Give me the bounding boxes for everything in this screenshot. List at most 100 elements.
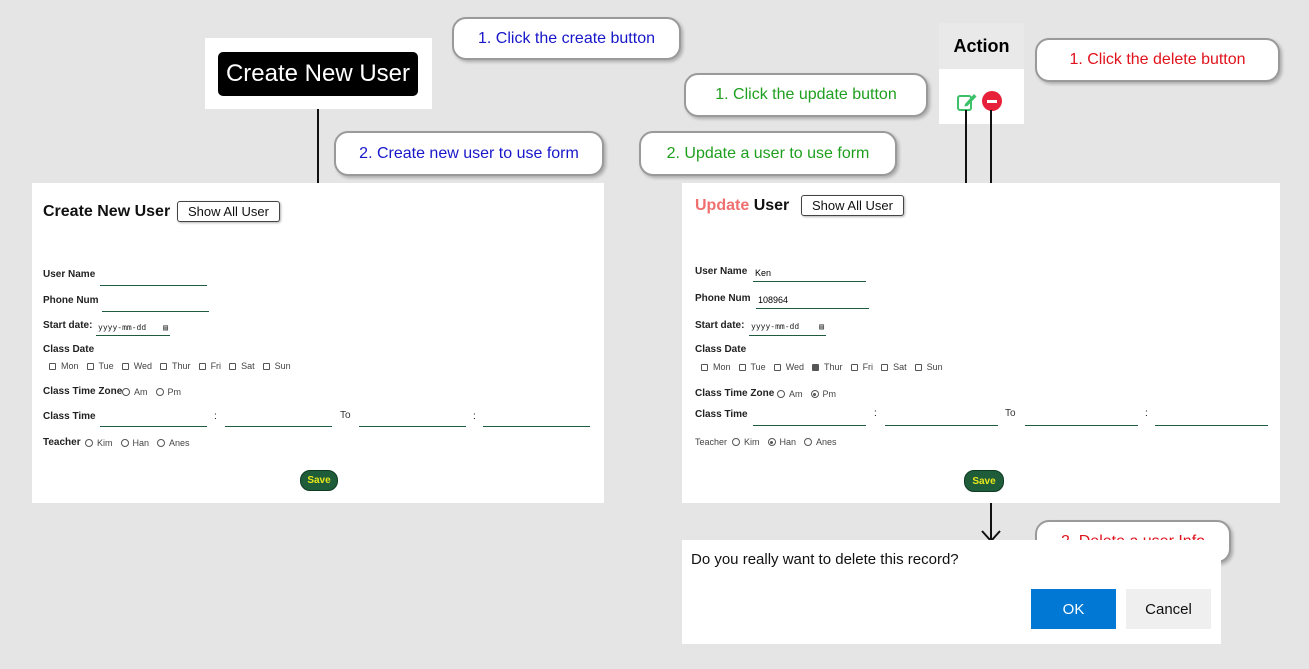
day-label: Tue [98,361,114,371]
user-name-label: User Name [43,269,96,280]
teacher-option[interactable]: Anes [157,438,190,448]
ok-button[interactable]: OK [1031,589,1116,629]
calendar-icon[interactable]: ▤ [163,323,168,332]
teacher-option[interactable]: Kim [85,438,113,448]
day-label: Tue [750,362,766,372]
time-zone-option-label: Am [789,389,803,399]
start-minute-input[interactable] [885,408,998,426]
time-zone-radio[interactable] [777,390,785,398]
user-name-input[interactable] [753,264,866,282]
show-all-user-button[interactable]: Show All User [801,195,904,216]
teacher-radio[interactable] [767,438,776,446]
delete-icon[interactable] [982,91,1002,111]
teacher-radio[interactable] [120,439,129,447]
day-option[interactable]: Wed [121,361,152,371]
phone-input[interactable] [756,291,869,309]
save-button[interactable]: Save [300,470,338,491]
day-option[interactable]: Fri [850,362,874,372]
create-new-user-button[interactable]: Create New User [218,52,418,96]
teacher-option[interactable]: Han [120,438,150,448]
day-option[interactable]: Thur [812,362,843,372]
edit-icon[interactable] [956,91,978,113]
teacher-option[interactable]: Anes [804,437,837,447]
callout-update-form: 2. Update a user to use form [639,131,897,176]
update-title-word: Update [695,197,750,214]
time-colon: : [1145,408,1148,419]
phone-input[interactable] [102,296,209,312]
start-minute-input[interactable] [225,411,332,427]
teacher-option-label: Kim [744,437,760,447]
time-colon: : [473,411,476,422]
time-zone-option-label: Pm [167,387,182,397]
teacher-radio[interactable] [732,438,741,446]
day-label: Wed [785,362,805,372]
day-option[interactable]: Tue [86,361,114,371]
day-checkbox[interactable] [881,363,889,371]
teacher-radio[interactable] [85,439,93,447]
start-hour-input[interactable] [753,408,866,426]
teacher-radio[interactable] [157,439,166,447]
day-checkbox[interactable] [738,363,746,371]
day-checkbox[interactable] [701,363,708,371]
start-date-input[interactable]: yyyy-mm-dd ▤ [749,318,826,336]
teacher-radio[interactable] [804,438,813,446]
time-zone-option[interactable]: Am [777,389,803,399]
teacher-option-label: Anes [169,438,190,448]
time-zone-radio[interactable] [810,390,819,398]
user-name-input[interactable] [100,270,207,286]
day-checkbox[interactable] [773,363,781,371]
teacher-option-label: Kim [97,438,113,448]
teacher-option[interactable]: Kim [732,437,760,447]
day-option[interactable]: Mon [49,361,79,371]
class-time-label: Class Time [695,409,748,420]
day-checkbox[interactable] [86,362,94,370]
day-option[interactable]: Sat [881,362,907,372]
callout-click-update: 1. Click the update button [684,73,928,117]
save-button[interactable]: Save [964,470,1004,492]
cancel-button[interactable]: Cancel [1126,589,1211,629]
time-zone-radio[interactable] [122,388,130,396]
time-zone-radio[interactable] [155,388,164,396]
create-user-form: Create New User Show All User User Name … [32,183,604,503]
day-checkbox[interactable] [229,362,237,370]
day-checkbox[interactable] [121,362,129,370]
day-option[interactable]: Fri [198,361,222,371]
time-zone-options: Am Pm [122,387,189,397]
day-label: Sun [274,361,291,371]
day-checkbox[interactable] [812,363,820,371]
delete-confirm-dialog: Do you really want to delete this record… [682,540,1221,644]
teacher-option[interactable]: Han [767,437,796,447]
time-zone-option[interactable]: Pm [155,387,182,397]
day-checkbox[interactable] [160,362,168,370]
end-hour-input[interactable] [359,411,466,427]
day-label: Mon [713,362,731,372]
time-zone-option[interactable]: Am [122,387,148,397]
day-option[interactable]: Tue [738,362,766,372]
start-hour-input[interactable] [100,411,207,427]
start-date-input[interactable]: yyyy-mm-dd ▤ [96,319,170,336]
day-label: Fri [210,361,222,371]
day-option[interactable]: Mon [701,362,731,372]
calendar-icon[interactable]: ▤ [819,322,824,331]
day-label: Sat [893,362,907,372]
day-checkbox[interactable] [850,363,858,371]
callout-click-delete: 1. Click the delete button [1035,38,1280,82]
day-checkbox[interactable] [914,363,922,371]
end-hour-input[interactable] [1025,408,1138,426]
day-checkbox[interactable] [262,362,270,370]
day-label: Fri [862,362,874,372]
end-minute-input[interactable] [1155,408,1268,426]
teacher-options: Teacher Kim Han Anes [695,437,845,447]
day-option[interactable]: Sat [229,361,255,371]
day-option[interactable]: Sun [262,361,291,371]
day-checkbox[interactable] [198,362,206,370]
teacher-option-label: Han [132,438,150,448]
day-option[interactable]: Sun [914,362,943,372]
day-checkbox[interactable] [49,362,56,370]
day-option[interactable]: Wed [773,362,805,372]
show-all-user-button[interactable]: Show All User [177,201,280,222]
time-zone-option[interactable]: Pm [810,389,836,399]
end-minute-input[interactable] [483,411,590,427]
day-option[interactable]: Thur [160,361,191,371]
day-label: Mon [61,361,79,371]
